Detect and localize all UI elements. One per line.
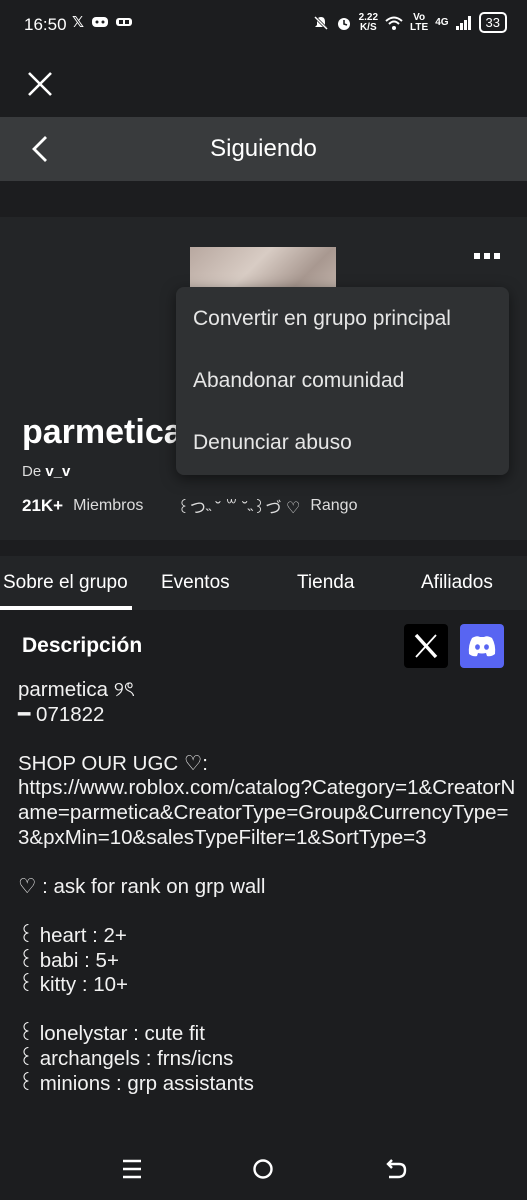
description-line: ꒰ minions : grp assistants — [18, 1071, 254, 1095]
x-notification-icon: 𝕏 — [72, 14, 85, 31]
more-options-icon[interactable] — [474, 253, 500, 261]
description-line: ꒰ archangels : frns/icns — [18, 1046, 234, 1070]
system-indicators: 2.22 K/S Vo LTE 4G 33 — [313, 12, 507, 33]
mute-icon — [313, 15, 328, 30]
tab-events[interactable]: Eventos — [161, 572, 230, 594]
group-name: parmetica — [22, 413, 183, 451]
top-bar — [0, 52, 527, 118]
x-logo-icon — [414, 633, 438, 659]
group-stats: 21K+ Miembros ꒰つ˵ ˘ ꒳ ˘˵꒱づ ♡ Rango — [22, 494, 391, 518]
notification-icons: 𝕏 — [72, 13, 133, 31]
description-line: ꒰ kitty : 10+ — [18, 973, 129, 997]
description-line: ꒰ heart : 2+ — [18, 923, 127, 947]
description-line: ꒰ lonelystar : cute fit — [18, 1022, 205, 1046]
network-type: 4G — [435, 16, 449, 28]
group-owner: De v_v — [22, 463, 70, 480]
description-line: SHOP OUR UGC ♡: — [18, 751, 208, 775]
divider — [0, 181, 527, 217]
rank-value: ꒰つ˵ ˘ ꒳ ˘˵꒱づ ♡ — [177, 500, 301, 517]
tab-affiliates[interactable]: Afiliados — [421, 572, 493, 594]
description-line: parmetica ୨ৎ — [18, 678, 135, 701]
home-icon[interactable] — [252, 1158, 274, 1180]
members-label: Miembros — [73, 497, 144, 514]
description-line: ♡ : ask for rank on grp wall — [18, 874, 266, 898]
signal-icon — [455, 15, 471, 30]
description-line — [18, 850, 518, 875]
x-social-button[interactable] — [404, 624, 448, 668]
description-line — [18, 998, 518, 1023]
tab-bar: Sobre el grupo Eventos Tienda Afiliados — [0, 556, 527, 610]
page-title: Siguiendo — [210, 135, 317, 162]
description-text: parmetica ୨ৎ ━ 071822 SHOP OUR UGC ♡: https… — [18, 678, 518, 1096]
description-line — [18, 899, 518, 924]
divider — [0, 540, 527, 556]
discord-notification-icon — [92, 17, 109, 27]
volte-indicator: Vo LTE — [410, 11, 429, 33]
battery-indicator: 33 — [478, 12, 507, 33]
alarm-icon — [337, 17, 350, 30]
net-speed: 2.22 K/S — [358, 11, 379, 33]
back-nav-icon[interactable] — [385, 1158, 407, 1180]
game-notification-icon — [116, 18, 133, 26]
description-line: ━ 071822 — [18, 702, 105, 726]
members-count: 21K+ — [22, 496, 64, 515]
rank-label: Rango — [310, 497, 358, 514]
description-line: ꒰ babi : 5+ — [18, 948, 119, 972]
owner-prefix: De — [22, 463, 42, 480]
status-time: 16:50 — [24, 15, 67, 34]
recent-apps-icon[interactable] — [121, 1158, 143, 1180]
wifi-icon — [385, 16, 403, 30]
discord-logo-icon — [468, 636, 496, 657]
menu-item-report-abuse[interactable]: Denunciar abuso — [193, 431, 352, 455]
menu-item-make-primary[interactable]: Convertir en grupo principal — [193, 307, 451, 331]
description-line[interactable]: https://www.roblox.com/catalog?Category=… — [18, 776, 518, 850]
description-title: Descripción — [22, 634, 143, 657]
tab-store[interactable]: Tienda — [297, 572, 354, 594]
status-bar: 16:50 𝕏 2.22 K/S Vo LTE 4G 33 — [0, 0, 527, 52]
system-nav-bar — [0, 1140, 527, 1200]
close-icon[interactable] — [26, 70, 54, 98]
description-line — [18, 727, 518, 752]
owner-link[interactable]: v_v — [45, 463, 70, 480]
menu-item-leave-community[interactable]: Abandonar comunidad — [193, 369, 404, 393]
page-header: Siguiendo — [0, 117, 527, 181]
about-section: Descripción parmetica ୨ৎ ━ 071822 SHOP OUR… — [0, 610, 527, 1140]
discord-social-button[interactable] — [460, 624, 504, 668]
tab-about[interactable]: Sobre el grupo — [3, 572, 131, 594]
options-menu: Convertir en grupo principal Abandonar c… — [176, 287, 509, 475]
